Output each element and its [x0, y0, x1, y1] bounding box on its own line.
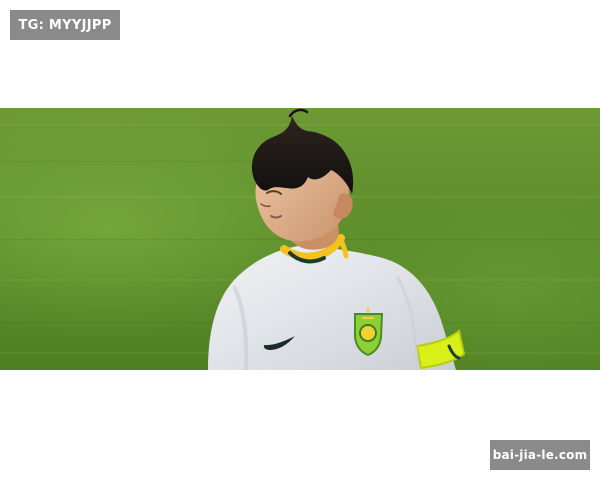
screenshot-stage: TG: MYYJJPP bai-jia-le.com — [0, 0, 600, 480]
team-crest-icon — [354, 306, 384, 357]
football-scene — [0, 108, 600, 370]
bottom-right-watermark: bai-jia-le.com — [490, 440, 590, 470]
top-left-watermark: TG: MYYJJPP — [10, 10, 120, 40]
pitch-player-illustration — [0, 108, 600, 370]
